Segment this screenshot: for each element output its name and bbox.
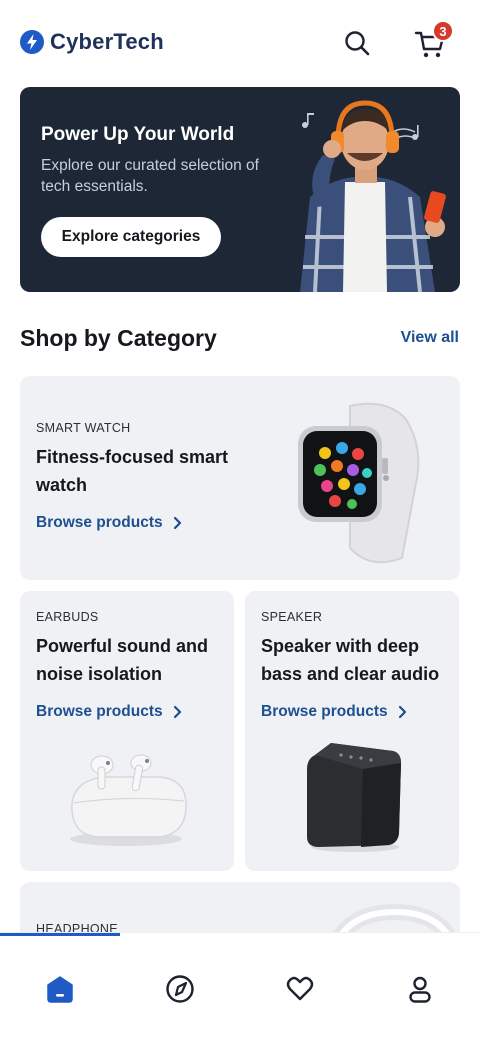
active-tab-indicator bbox=[0, 933, 120, 936]
smart-watch-image bbox=[298, 402, 420, 564]
hero-subtitle: Explore our curated selection of tech es… bbox=[41, 157, 259, 195]
category-card-earbuds[interactable]: EARBUDS Powerful sound and noise isolati… bbox=[20, 591, 234, 871]
earbuds-image bbox=[70, 754, 187, 846]
category-card-smart-watch[interactable]: SMART WATCH Fitness-focused smart watch … bbox=[20, 376, 460, 580]
chevron-right-icon bbox=[173, 516, 181, 530]
card-title: Fitness-focused smart watch bbox=[36, 447, 229, 495]
card-category-label: SPEAKER bbox=[261, 610, 323, 624]
bolt-logo-icon bbox=[20, 30, 44, 54]
browse-products-label: Browse products bbox=[36, 703, 163, 720]
nav-explore[interactable] bbox=[162, 971, 198, 1007]
hero-title: Power Up Your World bbox=[41, 124, 235, 145]
hero-person-illustration bbox=[300, 100, 446, 292]
heart-icon bbox=[286, 976, 314, 1001]
card-category-label: EARBUDS bbox=[36, 610, 99, 624]
brand-name: CyberTech bbox=[50, 29, 164, 54]
chevron-right-icon bbox=[173, 705, 181, 719]
home-icon bbox=[47, 976, 73, 1003]
top-header: CyberTech 3 bbox=[0, 0, 480, 84]
browse-products-link[interactable]: Browse products bbox=[261, 703, 408, 721]
nav-home[interactable] bbox=[42, 971, 78, 1007]
view-all-link[interactable]: View all bbox=[401, 329, 459, 347]
bottom-navigation bbox=[0, 933, 480, 1039]
card-title: Powerful sound and noise isolation bbox=[36, 636, 209, 684]
browse-products-link[interactable]: Browse products bbox=[36, 703, 183, 721]
card-category-label: SMART WATCH bbox=[36, 421, 131, 435]
nav-favorites[interactable] bbox=[282, 971, 318, 1007]
compass-icon bbox=[166, 975, 194, 1003]
search-button[interactable] bbox=[340, 26, 374, 60]
cart-button[interactable]: 3 bbox=[410, 20, 454, 62]
card-title: Speaker with deep bass and clear audio bbox=[261, 636, 440, 684]
profile-icon bbox=[409, 976, 431, 1003]
browse-products-label: Browse products bbox=[36, 514, 163, 531]
browse-products-link[interactable]: Browse products bbox=[36, 514, 183, 532]
brand-logo[interactable]: CyberTech bbox=[20, 28, 164, 56]
explore-categories-button[interactable]: Explore categories bbox=[41, 217, 221, 257]
app-screen: CyberTech 3 Power Up Your World Explore … bbox=[0, 0, 480, 1039]
nav-profile[interactable] bbox=[402, 971, 438, 1007]
section-title: Shop by Category bbox=[20, 325, 217, 351]
category-card-speaker[interactable]: SPEAKER Speaker with deep bass and clear… bbox=[245, 591, 459, 871]
chevron-right-icon bbox=[398, 705, 406, 719]
cart-count-badge: 3 bbox=[432, 20, 454, 42]
speaker-image bbox=[307, 743, 401, 852]
hero-banner: Power Up Your World Explore our curated … bbox=[20, 87, 460, 292]
search-icon bbox=[345, 31, 370, 56]
browse-products-label: Browse products bbox=[261, 703, 388, 720]
